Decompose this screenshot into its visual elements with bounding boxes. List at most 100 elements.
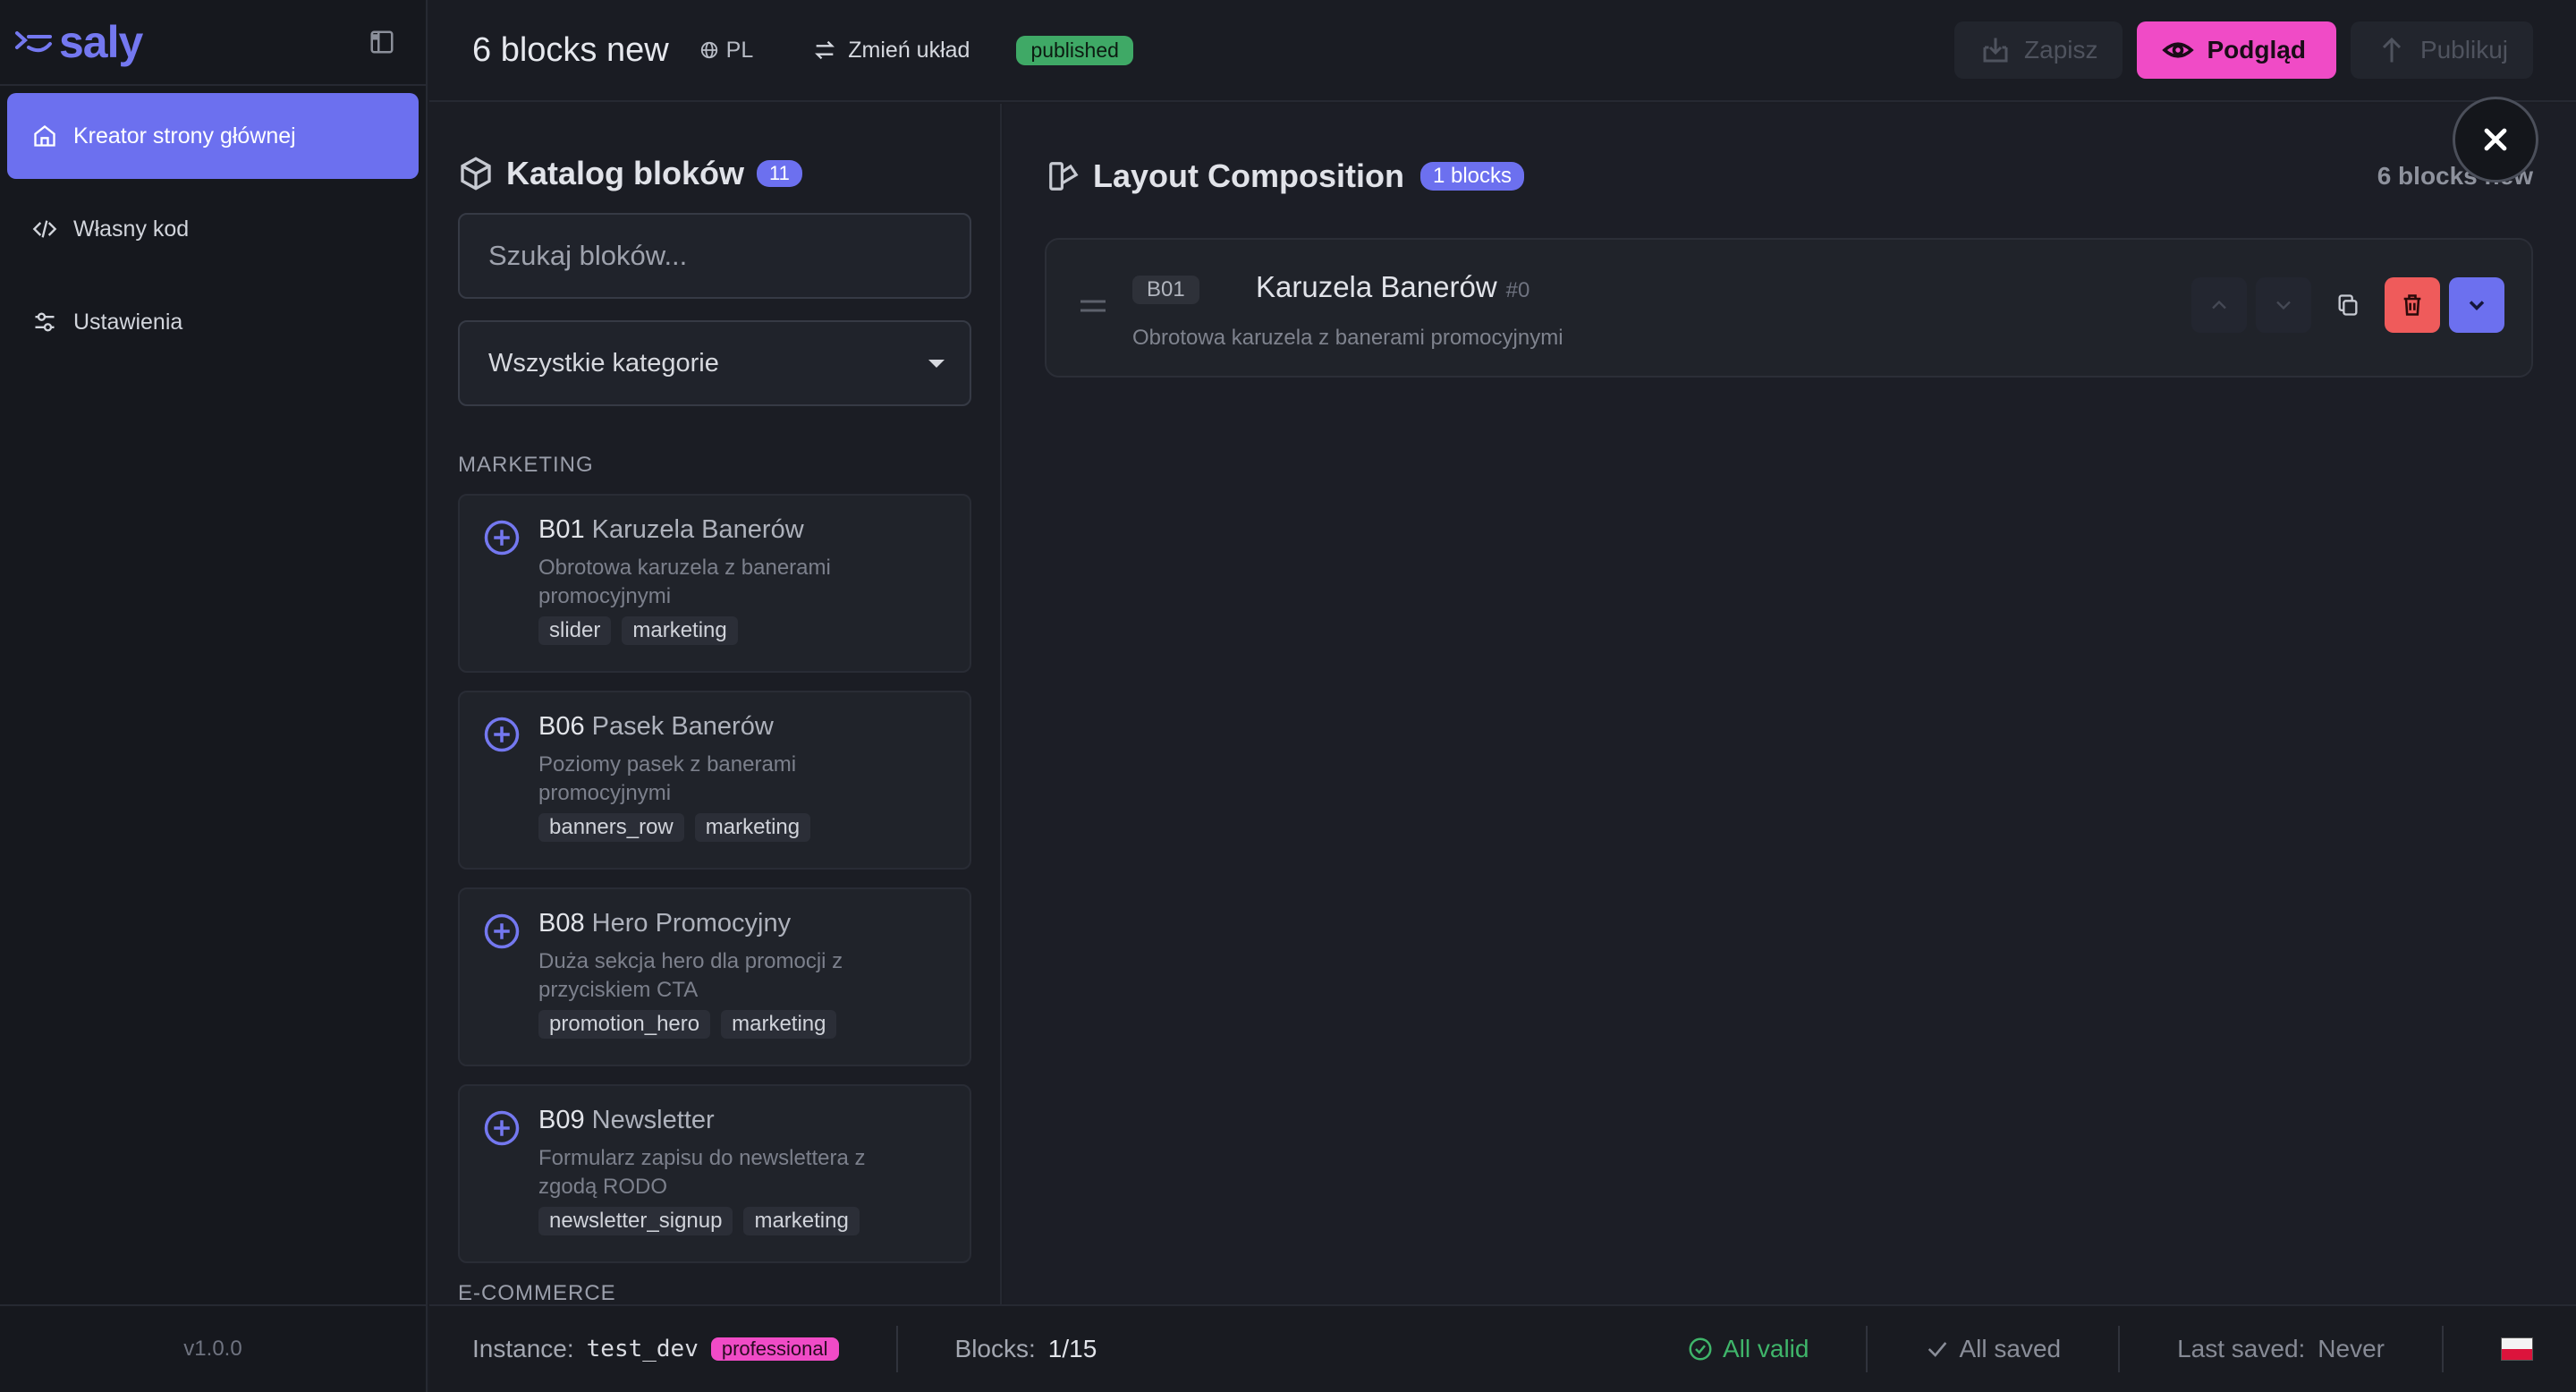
duplicate-button[interactable] (2320, 277, 2376, 333)
delete-button[interactable] (2385, 277, 2440, 333)
logo-text: saly (59, 17, 143, 67)
globe-icon (700, 41, 717, 59)
block-tags: banners_row marketing (538, 813, 948, 842)
block-index: #0 (1505, 278, 1530, 302)
swap-arrows-icon (815, 40, 835, 60)
tag: newsletter_signup (538, 1207, 733, 1235)
copy-icon (2338, 294, 2358, 316)
drag-handle-icon[interactable] (1079, 297, 1107, 315)
validation-label: All valid (1722, 1335, 1809, 1362)
block-description: Obrotowa karuzela z banerami promocyjnym… (1132, 326, 1563, 350)
sidebar-item-custom-code[interactable]: Własny kod (7, 186, 419, 272)
block-tags: slider marketing (538, 616, 948, 645)
sidebar-nav: Kreator strony głównej Własny kod Ustawi… (0, 86, 426, 379)
plan-badge: professional (710, 1337, 839, 1361)
block-code: B08 (538, 909, 585, 938)
catalog-block-card[interactable]: B09 Newsletter Formularz zapisu do newsl… (458, 1084, 971, 1263)
sidebar-item-homepage-builder[interactable]: Kreator strony głównej (7, 93, 419, 179)
tag: marketing (721, 1010, 837, 1039)
language-selector[interactable]: PL (699, 37, 754, 64)
catalog-block-card[interactable]: B08 Hero Promocyjny Duża sekcja hero dla… (458, 887, 971, 1066)
blocks-label: Blocks: (954, 1335, 1036, 1362)
logo[interactable]: saly (14, 16, 143, 68)
tag: marketing (622, 616, 738, 645)
block-title: B06 Pasek Banerów (538, 712, 948, 742)
version-label: v1.0.0 (0, 1304, 426, 1392)
tag: marketing (694, 813, 811, 842)
block-name: Newsletter (591, 1106, 715, 1134)
block-code-badge: B01 (1132, 276, 1199, 304)
eye-icon (2162, 42, 2195, 58)
block-name: Hero Promocyjny (591, 909, 792, 938)
sliders-icon (35, 312, 55, 332)
sidebar-toggle-icon[interactable] (369, 29, 395, 55)
chevron-down-icon (2469, 301, 2485, 310)
block-search-input[interactable]: Szukaj bloków... (458, 213, 971, 299)
composition-title: Layout Composition (1093, 157, 1404, 194)
sidebar-item-label: Kreator strony głównej (73, 123, 296, 149)
block-tags: promotion_hero marketing (538, 1010, 948, 1039)
add-circle-icon[interactable] (483, 716, 521, 753)
block-name: Karuzela Banerów (591, 515, 804, 544)
instance-value: test_dev (586, 1336, 699, 1362)
check-circle-icon (1689, 1337, 1712, 1361)
caret-down-icon (928, 359, 945, 368)
app-root: saly Kreator strony głównej Własny kod U… (0, 0, 2576, 1392)
catalog-block-card[interactable]: B06 Pasek Banerów Poziomy pasek z banera… (458, 691, 971, 870)
preview-label: Podgląd (2207, 36, 2306, 64)
add-circle-icon[interactable] (483, 912, 521, 950)
last-saved-value: Never (2318, 1335, 2385, 1362)
switch-layout-button[interactable]: Zmień układ (812, 38, 970, 64)
poland-flag-icon[interactable] (2501, 1337, 2533, 1361)
block-description: Formularz zapisu do newslettera z zgodą … (538, 1146, 866, 1199)
logo-row: saly (0, 0, 426, 86)
category-select-value: Wszystkie kategorie (488, 348, 719, 378)
instance-info: Instance: test_dev professional (472, 1335, 839, 1363)
composition-block-card[interactable]: B01 Karuzela Banerów #0 Obrotowa karuzela… (1045, 238, 2533, 378)
layout-icon (1049, 162, 1079, 191)
top-actions: Zapisz Podgląd Publikuj (1954, 21, 2533, 79)
publish-button[interactable]: Publikuj (2350, 21, 2533, 79)
category-select[interactable]: Wszystkie kategorie (458, 320, 971, 406)
add-circle-icon[interactable] (483, 1109, 521, 1147)
block-description: Obrotowa karuzela z banerami promocyjnym… (538, 556, 831, 608)
catalog-block-card[interactable]: B01 Karuzela Banerów Obrotowa karuzela z… (458, 494, 971, 673)
sidebar-item-label: Ustawienia (73, 309, 183, 335)
trash-icon (2403, 294, 2421, 316)
block-name: Pasek Banerów (591, 712, 774, 741)
last-saved: Last saved: Never (2177, 1335, 2385, 1363)
validation-status: All valid (1687, 1335, 1809, 1363)
add-circle-icon[interactable] (483, 519, 521, 556)
layout-composition: Layout Composition 1 blocks 6 blocks new… (1004, 97, 2576, 1304)
block-code: B09 (538, 1106, 585, 1134)
divider (2118, 1326, 2121, 1372)
close-button[interactable] (2453, 97, 2538, 182)
block-name-text: Karuzela Banerów (1256, 270, 1497, 303)
sidebar-item-settings[interactable]: Ustawienia (7, 279, 419, 365)
category-heading: MARKETING (458, 453, 594, 477)
move-up-button[interactable] (2191, 277, 2247, 333)
save-button[interactable]: Zapisz (1954, 21, 2123, 79)
save-status: All saved (1925, 1335, 2061, 1363)
publish-label: Publikuj (2419, 36, 2508, 64)
cube-icon (461, 157, 491, 191)
catalog-title: Katalog bloków (506, 155, 745, 191)
switch-layout-label: Zmień układ (848, 37, 970, 63)
status-right: All valid All saved Last saved: Never (1687, 1326, 2533, 1372)
language-label: PL (725, 37, 754, 63)
preview-button[interactable]: Podgląd (2137, 21, 2336, 79)
close-icon (2484, 128, 2507, 151)
move-down-button[interactable] (2256, 277, 2311, 333)
topbar: 6 blocks new PL Zmień układ published Za… (429, 0, 2576, 102)
category-heading: E-COMMERCE (458, 1281, 616, 1304)
block-list: B01 Karuzela Banerów Obrotowa karuzela z… (458, 494, 971, 1263)
divider (895, 1326, 898, 1372)
expand-button[interactable] (2449, 277, 2504, 333)
block-description: Duża sekcja hero dla promocji z przycisk… (538, 949, 843, 1002)
block-actions (2191, 277, 2504, 333)
chevron-up-icon (2212, 300, 2226, 310)
block-tags: newsletter_signup marketing (538, 1207, 948, 1235)
instance-label: Instance: (472, 1335, 574, 1362)
tag: slider (538, 616, 612, 645)
code-icon (32, 220, 57, 238)
